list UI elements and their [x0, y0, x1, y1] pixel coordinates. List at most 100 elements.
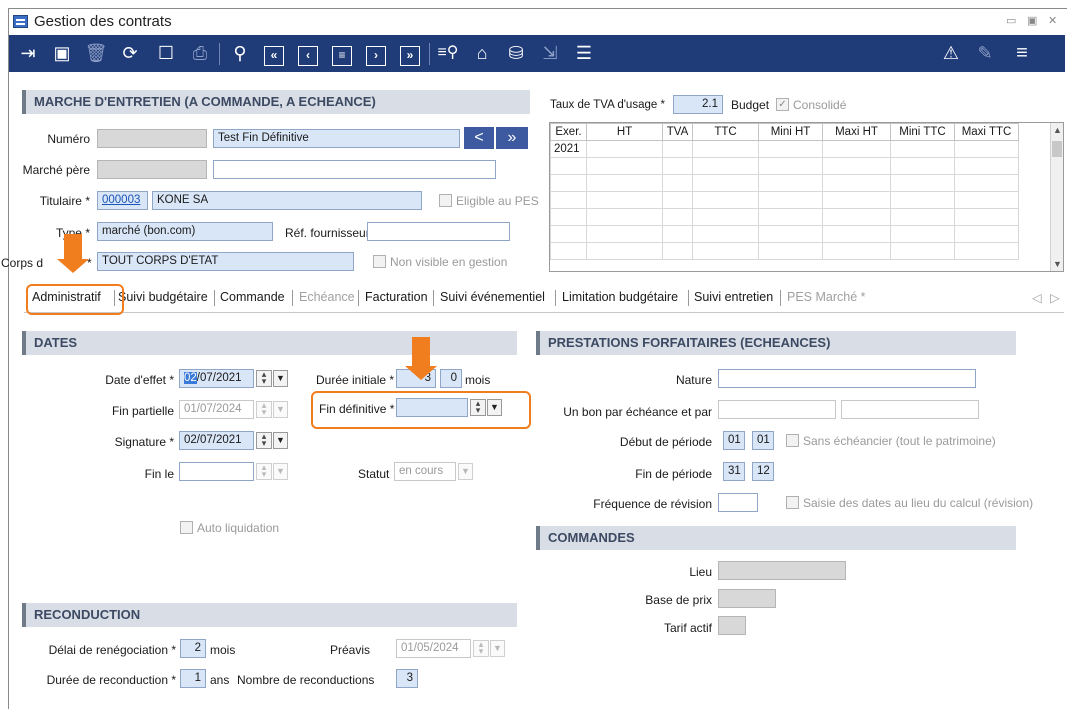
numero-code-field[interactable] — [97, 129, 207, 148]
bon-par-echeance-select-2[interactable] — [841, 400, 979, 419]
grid-cell[interactable] — [662, 140, 693, 158]
table-row[interactable] — [550, 242, 1019, 260]
nombre-reconductions-field[interactable]: 3 — [396, 669, 418, 688]
grid-col-mini-ht[interactable]: Mini HT — [758, 123, 823, 141]
scrollbar-thumb[interactable] — [1052, 141, 1062, 157]
tab-facturation[interactable]: Facturation — [365, 290, 428, 304]
statut-dropdown[interactable]: ▼ — [458, 463, 473, 480]
ref-fournisseur-field[interactable] — [367, 222, 510, 241]
tva-field[interactable]: 2.1 — [673, 95, 723, 114]
grid-cell[interactable] — [822, 140, 891, 158]
frequence-revision-field[interactable] — [718, 493, 758, 512]
print-icon[interactable]: ⎙ — [187, 40, 213, 66]
list-view-icon[interactable]: ☰ — [571, 40, 597, 66]
grid-cell[interactable] — [954, 140, 1019, 158]
calendar-icon[interactable]: ☐ — [153, 40, 179, 66]
grid-cell[interactable] — [586, 140, 663, 158]
previous-button[interactable]: < — [464, 127, 494, 149]
signature-spinner[interactable]: ▴ ▾ — [256, 432, 272, 449]
eligible-pes-checkbox[interactable] — [439, 194, 452, 207]
tab-suivi-budgetaire[interactable]: Suivi budgétaire — [118, 290, 208, 304]
bon-par-echeance-select-1[interactable] — [718, 400, 836, 419]
duree-reconduction-field[interactable]: 1 — [180, 669, 206, 688]
grid-col-mini-ttc[interactable]: Mini TTC — [890, 123, 955, 141]
export-icon[interactable]: ⇲ — [537, 40, 563, 66]
tab-limitation-budgetaire[interactable]: Limitation budgétaire — [562, 290, 678, 304]
type-field[interactable]: marché (bon.com) — [97, 222, 273, 241]
titulaire-code-link[interactable]: 000003 — [102, 194, 140, 206]
marche-pere-code-field[interactable] — [97, 160, 207, 179]
scroll-up-icon[interactable]: ▲ — [1053, 125, 1062, 135]
saisie-dates-checkbox[interactable] — [786, 496, 799, 509]
grid-col-ht[interactable]: HT — [586, 123, 663, 141]
table-row[interactable] — [550, 174, 1019, 192]
menu-icon[interactable]: ≡ — [1009, 40, 1035, 66]
last-record-icon[interactable]: » — [397, 40, 423, 66]
previous-record-icon[interactable]: ‹ — [295, 40, 321, 66]
grid-cell[interactable] — [890, 140, 955, 158]
signature-dropdown[interactable]: ▼ — [273, 432, 288, 449]
search-icon[interactable]: ⚲ — [227, 40, 253, 66]
tab-echeance[interactable]: Echéance — [299, 290, 355, 304]
fin-le-field[interactable] — [179, 462, 254, 481]
grid-col-exer[interactable]: Exer. — [550, 123, 587, 141]
grid-cell[interactable]: 2021 — [550, 140, 587, 158]
delete-icon[interactable]: 🗑 — [83, 40, 109, 66]
non-visible-checkbox[interactable] — [373, 255, 386, 268]
fin-partielle-field[interactable]: 01/07/2024 — [179, 400, 254, 419]
fin-partielle-spinner[interactable]: ▴ ▾ — [256, 401, 272, 418]
tab-scroll-left-icon[interactable]: ◁ — [1032, 290, 1042, 305]
first-record-icon[interactable]: « — [261, 40, 287, 66]
grid-col-maxi-ht[interactable]: Maxi HT — [822, 123, 891, 141]
warning-icon[interactable]: ⚠ — [938, 40, 964, 66]
next-record-icon[interactable]: › — [363, 40, 389, 66]
table-row[interactable] — [550, 191, 1019, 209]
grid-cell[interactable] — [692, 140, 759, 158]
tab-pes-marche[interactable]: PES Marché * — [787, 290, 866, 304]
filter-search-icon[interactable]: ≡⚲ — [435, 40, 461, 66]
sans-echeancier-checkbox[interactable] — [786, 434, 799, 447]
tab-suivi-evenementiel[interactable]: Suivi événementiel — [440, 290, 545, 304]
numero-field[interactable]: Test Fin Définitive — [213, 129, 460, 148]
minimize-button[interactable]: ▭ — [1006, 14, 1016, 27]
budget-grid[interactable]: Exer. HT TVA TTC Mini HT Maxi HT Mini TT… — [549, 122, 1064, 272]
home-icon[interactable]: ⌂ — [469, 40, 495, 66]
enter-icon[interactable]: ⇥ — [15, 40, 41, 66]
tarif-actif-field[interactable] — [718, 616, 746, 635]
corps-etat-field[interactable]: TOUT CORPS D'ETAT — [97, 252, 354, 271]
maximize-button[interactable]: ▣ — [1027, 14, 1037, 27]
auto-liquidation-checkbox[interactable] — [180, 521, 193, 534]
lieu-field[interactable] — [718, 561, 846, 580]
next-button[interactable]: » — [496, 127, 528, 149]
database-icon[interactable]: ⛁ — [503, 40, 529, 66]
preavis-dropdown[interactable]: ▼ — [490, 640, 505, 657]
fin-partielle-dropdown[interactable]: ▼ — [273, 401, 288, 418]
table-row[interactable]: 2021 — [550, 140, 1019, 158]
tab-scroll-right-icon[interactable]: ▷ — [1050, 290, 1060, 305]
grid-cell[interactable] — [758, 140, 823, 158]
titulaire-name-field[interactable]: KONE SA — [152, 191, 422, 210]
consolide-checkbox[interactable]: ✓ — [776, 98, 789, 111]
edit-icon[interactable]: ✎ — [972, 40, 998, 66]
nature-field[interactable] — [718, 369, 976, 388]
delai-renegociation-field[interactable]: 2 — [180, 639, 206, 658]
fin-day-field[interactable]: 31 — [723, 462, 745, 481]
debut-month-field[interactable]: 01 — [752, 431, 774, 450]
close-button[interactable]: ✕ — [1048, 14, 1057, 27]
base-prix-field[interactable] — [718, 589, 776, 608]
refresh-icon[interactable]: ⟳ — [117, 40, 143, 66]
grid-col-tva[interactable]: TVA — [662, 123, 693, 141]
preavis-spinner[interactable]: ▴ ▾ — [473, 640, 489, 657]
signature-field[interactable]: 02/07/2021 — [179, 431, 254, 450]
debut-day-field[interactable]: 01 — [723, 431, 745, 450]
tab-commande[interactable]: Commande — [220, 290, 285, 304]
title-bar[interactable]: Gestion des contrats ▭ ▣ ✕ — [9, 9, 1067, 35]
table-row[interactable] — [550, 157, 1019, 175]
fin-le-spinner[interactable]: ▴ ▾ — [256, 463, 272, 480]
grid-col-ttc[interactable]: TTC — [692, 123, 759, 141]
date-effet-dropdown[interactable]: ▼ — [273, 370, 288, 387]
table-row[interactable] — [550, 225, 1019, 243]
grid-scrollbar[interactable]: ▲ ▼ — [1050, 123, 1063, 271]
scroll-down-icon[interactable]: ▼ — [1053, 259, 1062, 269]
date-effet-field[interactable]: 02/07/2021 — [179, 369, 254, 388]
